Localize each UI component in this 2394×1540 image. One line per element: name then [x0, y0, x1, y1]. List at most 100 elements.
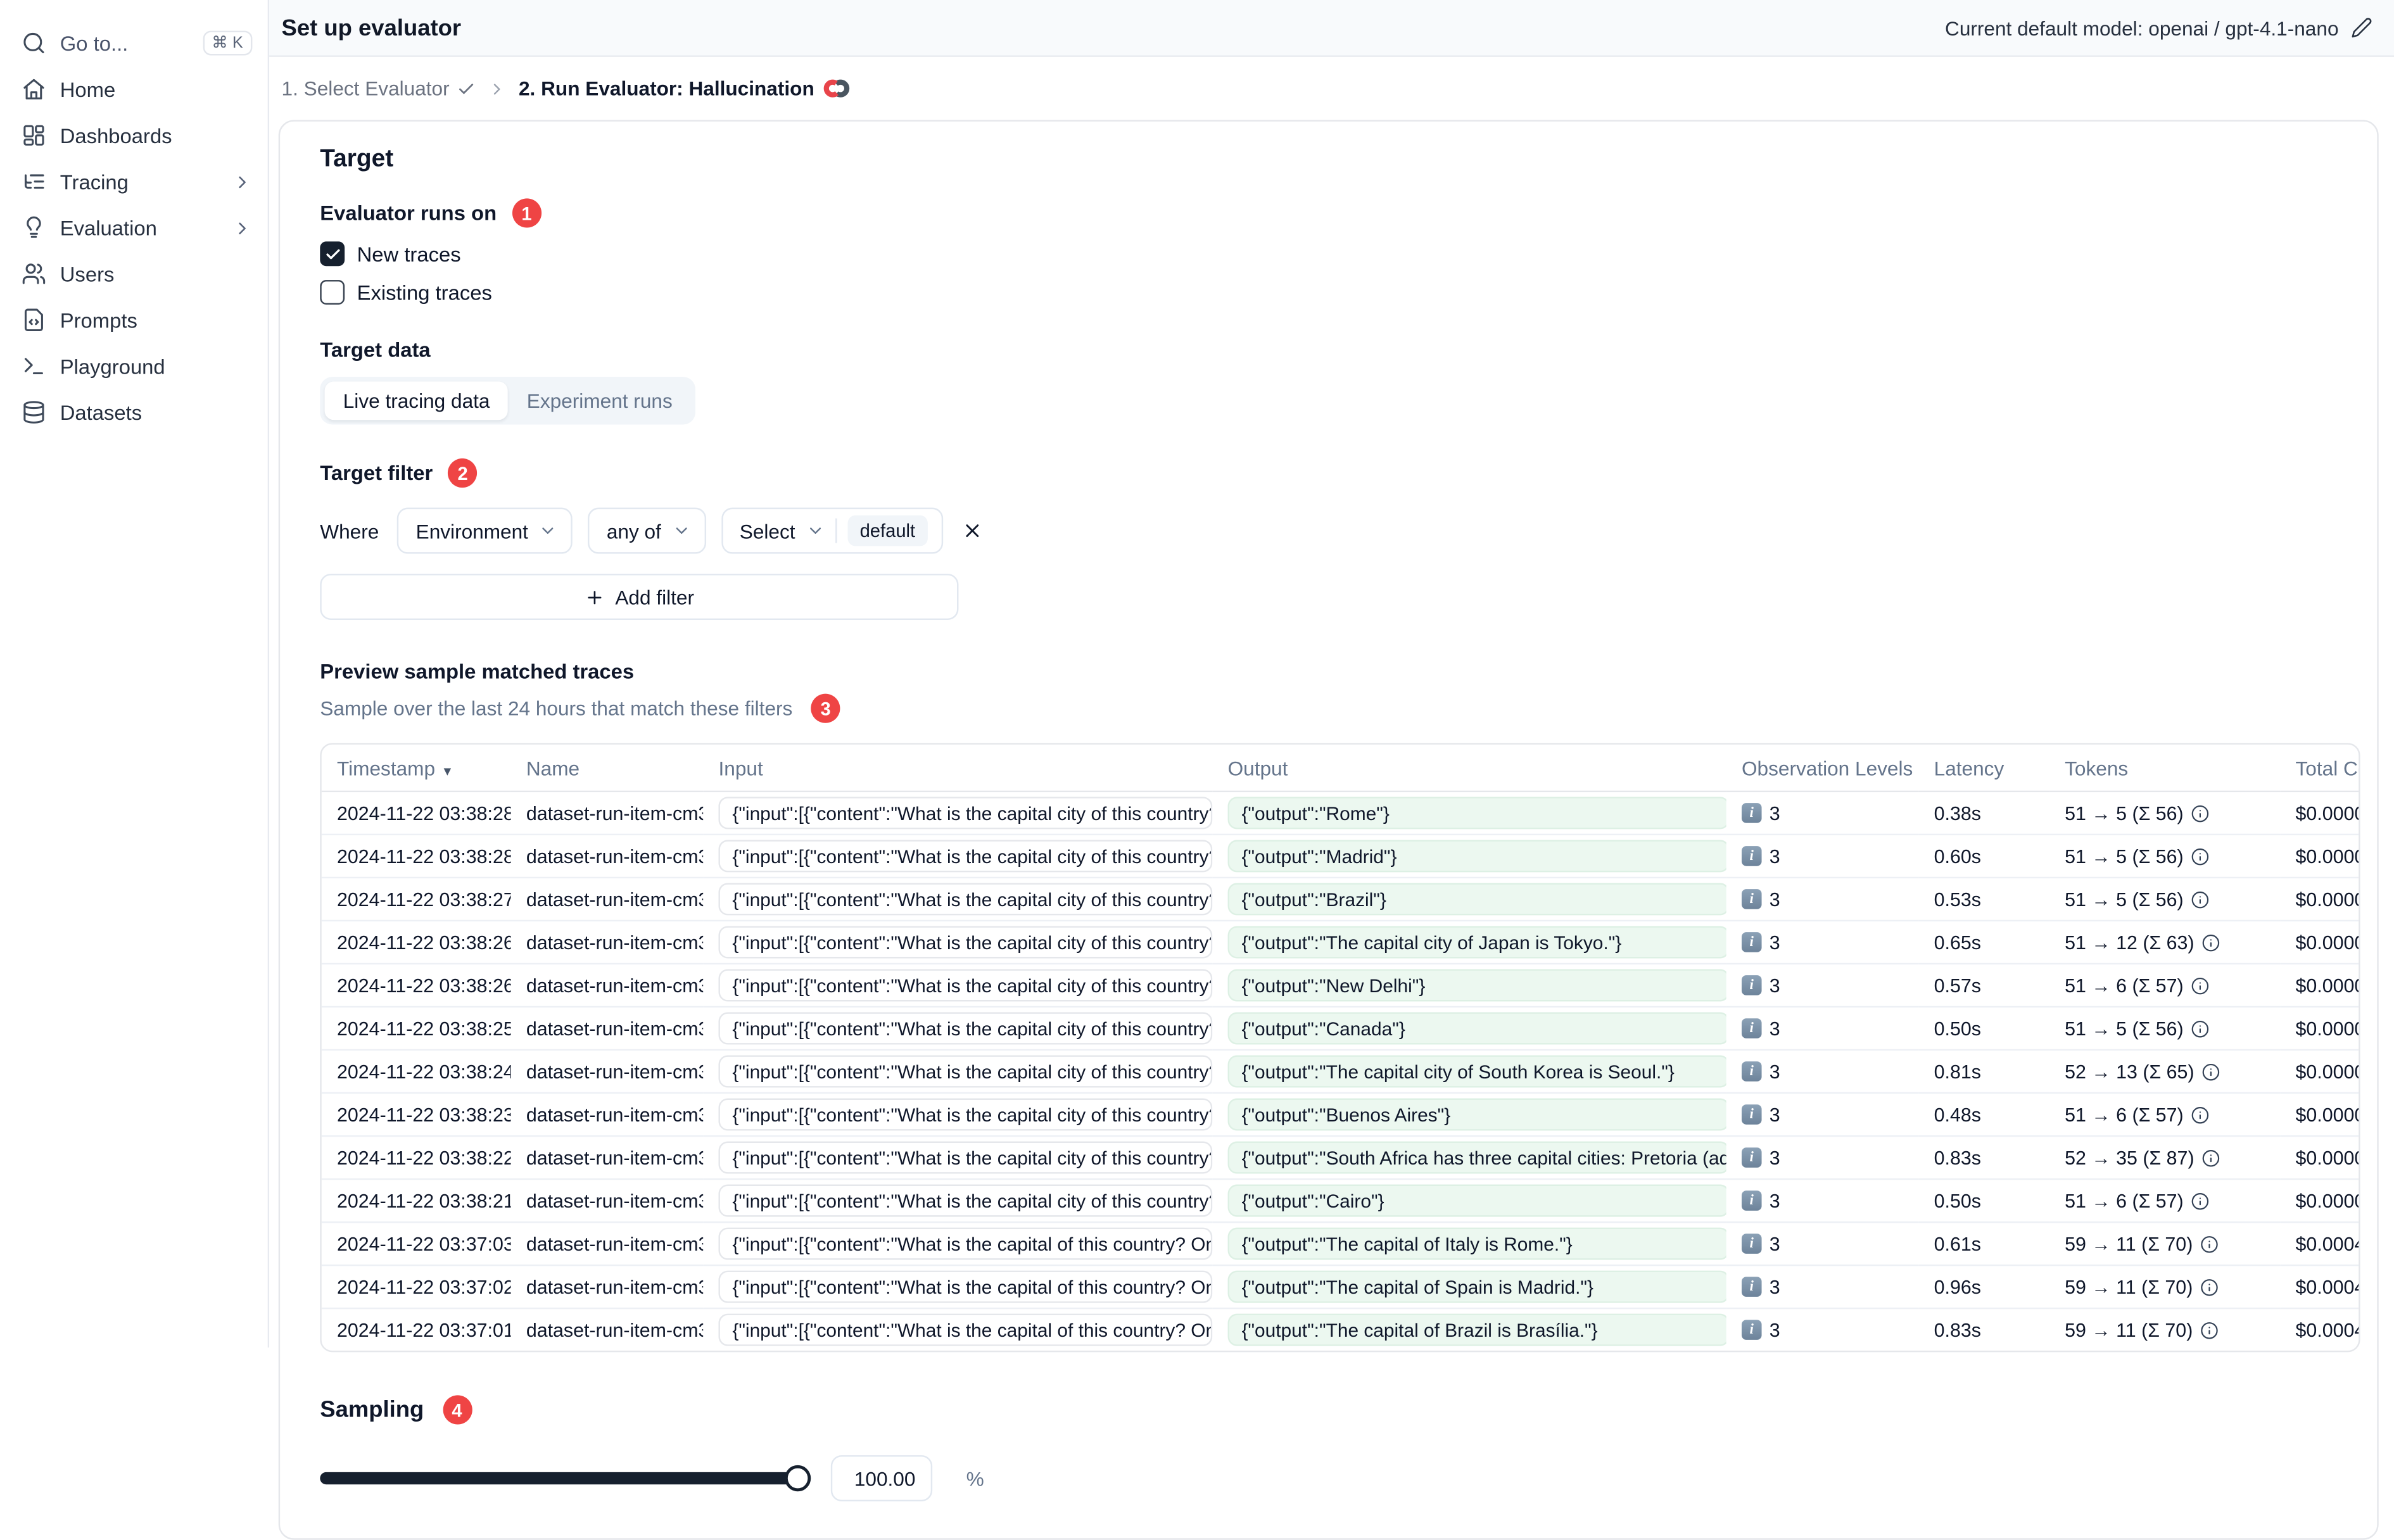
- name-cell: dataset-run-item-cm3s4: [510, 833, 704, 878]
- filter-value-select[interactable]: Select default: [721, 507, 943, 554]
- sidebar-item-datasets[interactable]: Datasets: [0, 389, 268, 436]
- output-json-chip[interactable]: {"output":"Cairo"}: [1227, 1184, 1726, 1217]
- output-json-chip[interactable]: {"output":"New Delhi"}: [1227, 969, 1726, 1002]
- output-json-chip[interactable]: {"output":"South Africa has three capita…: [1227, 1141, 1726, 1174]
- table-row[interactable]: 2024-11-22 03:37:02 dataset-run-item-cm3…: [321, 1264, 2359, 1309]
- table-row[interactable]: 2024-11-22 03:38:28 dataset-run-item-cm3…: [321, 833, 2359, 878]
- input-json-chip[interactable]: {"input":[{"content":"What is the capita…: [718, 1227, 1213, 1260]
- input-json-chip[interactable]: {"input":[{"content":"What is the capita…: [718, 840, 1213, 873]
- tokens-value: 51 → 5 (Σ 56): [2065, 888, 2184, 910]
- table-row[interactable]: 2024-11-22 03:38:21 dataset-run-item-cm3…: [321, 1178, 2359, 1223]
- observation-levels-value: 3: [1769, 1104, 1780, 1126]
- input-json-chip[interactable]: {"input":[{"content":"What is the capita…: [718, 1055, 1213, 1088]
- input-json-chip[interactable]: {"input":[{"content":"What is the capita…: [718, 969, 1213, 1002]
- checkbox-existing-traces[interactable]: Existing traces: [320, 280, 2360, 305]
- input-json-chip[interactable]: {"input":[{"content":"What is the capita…: [718, 1270, 1213, 1303]
- column-header-tokens[interactable]: Tokens: [2049, 744, 2281, 793]
- slider-thumb[interactable]: [784, 1465, 811, 1492]
- output-json-chip[interactable]: {"output":"Madrid"}: [1227, 840, 1726, 873]
- table-row[interactable]: 2024-11-22 03:38:22 dataset-run-item-cm3…: [321, 1135, 2359, 1180]
- tab-live-tracing-data[interactable]: Live tracing data: [324, 381, 509, 420]
- output-cell: {"output":"South Africa has three capita…: [1212, 1135, 1726, 1180]
- add-filter-button[interactable]: Add filter: [320, 574, 959, 621]
- column-header-latency[interactable]: Latency: [1918, 744, 2049, 793]
- name-cell: dataset-run-item-cm3s4: [510, 1049, 704, 1094]
- output-json-chip[interactable]: {"output":"Rome"}: [1227, 797, 1726, 830]
- goto-search[interactable]: Go to... ⌘ K: [0, 20, 268, 66]
- column-header-observation-levels[interactable]: Observation Levels: [1726, 744, 1919, 793]
- table-row[interactable]: 2024-11-22 03:38:27 dataset-run-item-cm3…: [321, 876, 2359, 921]
- input-json-chip[interactable]: {"input":[{"content":"What is the capita…: [718, 1012, 1213, 1045]
- timestamp-cell: 2024-11-22 03:38:22: [321, 1135, 511, 1180]
- input-json-chip[interactable]: {"input":[{"content":"What is the capita…: [718, 1141, 1213, 1174]
- sampling-slider[interactable]: [320, 1465, 811, 1492]
- table-row[interactable]: 2024-11-22 03:38:25 dataset-run-item-cm3…: [321, 1006, 2359, 1050]
- info-square-icon: i: [1741, 1104, 1762, 1125]
- sidebar-item-dashboards[interactable]: Dashboards: [0, 112, 268, 158]
- sampling-percentage-input[interactable]: [830, 1455, 933, 1501]
- output-json-chip[interactable]: {"output":"The capital of Italy is Rome.…: [1227, 1227, 1726, 1260]
- table-row[interactable]: 2024-11-22 03:38:28 dataset-run-item-cm3…: [322, 792, 2359, 835]
- breadcrumb-step1[interactable]: 1. Select Evaluator: [282, 77, 476, 100]
- latency-cell: 0.57s: [1918, 962, 2049, 1007]
- input-json-chip[interactable]: {"input":[{"content":"What is the capita…: [718, 883, 1213, 916]
- output-cell: {"output":"New Delhi"}: [1212, 962, 1726, 1007]
- filter-operator-select[interactable]: any of: [588, 507, 706, 554]
- table-row[interactable]: 2024-11-22 03:38:23 dataset-run-item-cm3…: [321, 1092, 2359, 1137]
- column-header-name[interactable]: Name: [510, 744, 704, 793]
- sidebar-item-users[interactable]: Users: [0, 251, 268, 297]
- edit-model-icon[interactable]: [2351, 17, 2372, 39]
- sampling-text: Sampling: [320, 1396, 424, 1423]
- sidebar-item-playground[interactable]: Playground: [0, 343, 268, 389]
- table-row[interactable]: 2024-11-22 03:38:26 dataset-run-item-cm3…: [321, 962, 2359, 1007]
- sidebar-item-prompts[interactable]: Prompts: [0, 297, 268, 343]
- sidebar-item-label: Users: [60, 262, 115, 286]
- breadcrumb-step2: 2. Run Evaluator: Hallucination: [519, 77, 851, 100]
- input-json-chip[interactable]: {"input":[{"content":"What is the capita…: [718, 1184, 1213, 1217]
- remove-filter-icon[interactable]: [961, 520, 983, 541]
- filter-field-select[interactable]: Environment: [397, 507, 573, 554]
- output-json-chip[interactable]: {"output":"Canada"}: [1227, 1012, 1726, 1045]
- output-cell: {"output":"Brazil"}: [1212, 876, 1726, 921]
- sidebar-item-evaluation[interactable]: Evaluation: [0, 205, 268, 251]
- column-header-output[interactable]: Output: [1212, 744, 1726, 793]
- checkbox-unchecked-icon[interactable]: [320, 280, 345, 305]
- column-header-timestamp[interactable]: Timestamp ▼: [321, 744, 511, 793]
- input-json-chip[interactable]: {"input":[{"content":"What is the capita…: [718, 797, 1213, 830]
- column-header-total-cost[interactable]: Total Cost: [2280, 744, 2359, 793]
- table-row[interactable]: 2024-11-22 03:37:01 dataset-run-item-cm3…: [321, 1307, 2359, 1351]
- output-json-chip[interactable]: {"output":"The capital city of South Kor…: [1227, 1055, 1726, 1088]
- input-json-chip[interactable]: {"input":[{"content":"What is the capita…: [718, 1098, 1213, 1131]
- chevron-right-icon: [239, 175, 246, 187]
- output-json-chip[interactable]: {"output":"Buenos Aires"}: [1227, 1098, 1726, 1131]
- output-json-chip[interactable]: {"output":"The capital city of Japan is …: [1227, 926, 1726, 959]
- input-json-chip[interactable]: {"input":[{"content":"What is the capita…: [718, 1313, 1213, 1346]
- latency-cell: 0.48s: [1918, 1092, 2049, 1137]
- tokens-cell: 59 → 11 (Σ 70): [2049, 1307, 2281, 1351]
- tab-experiment-runs[interactable]: Experiment runs: [509, 381, 691, 420]
- tokens-value: 51 → 5 (Σ 56): [2065, 1017, 2184, 1039]
- tokens-value: 59 → 11 (Σ 70): [2065, 1276, 2193, 1298]
- info-circle-icon: [2192, 1019, 2209, 1037]
- table-row[interactable]: 2024-11-22 03:38:26 dataset-run-item-cm3…: [321, 919, 2359, 964]
- total-cost-cell: $0.000011 (: [2280, 1092, 2359, 1137]
- output-json-chip[interactable]: {"output":"Brazil"}: [1227, 883, 1726, 916]
- sidebar-item-tracing[interactable]: Tracing: [0, 158, 268, 205]
- latency-cell: 0.65s: [1918, 919, 2049, 964]
- input-json-chip[interactable]: {"input":[{"content":"What is the capita…: [718, 926, 1213, 959]
- input-cell: {"input":[{"content":"What is the capita…: [703, 962, 1213, 1007]
- observation-levels-cell: i3: [1726, 876, 1919, 921]
- checkbox-new-traces[interactable]: New traces: [320, 241, 2360, 267]
- info-circle-icon: [2203, 1063, 2220, 1080]
- table-row[interactable]: 2024-11-22 03:38:24 dataset-run-item-cm3…: [321, 1049, 2359, 1094]
- sidebar-item-label: Playground: [60, 354, 165, 378]
- checkbox-checked-icon[interactable]: [320, 241, 345, 267]
- timestamp-cell: 2024-11-22 03:38:21: [321, 1178, 511, 1223]
- column-header-input[interactable]: Input: [703, 744, 1213, 793]
- sidebar-item-home[interactable]: Home: [0, 66, 268, 112]
- info-square-icon: i: [1741, 1190, 1762, 1211]
- table-row[interactable]: 2024-11-22 03:37:03 dataset-run-item-cm3…: [321, 1221, 2359, 1266]
- output-json-chip[interactable]: {"output":"The capital of Spain is Madri…: [1227, 1270, 1726, 1303]
- total-cost-cell: $0.000015: [2280, 919, 2359, 964]
- output-json-chip[interactable]: {"output":"The capital of Brazil is Bras…: [1227, 1313, 1726, 1346]
